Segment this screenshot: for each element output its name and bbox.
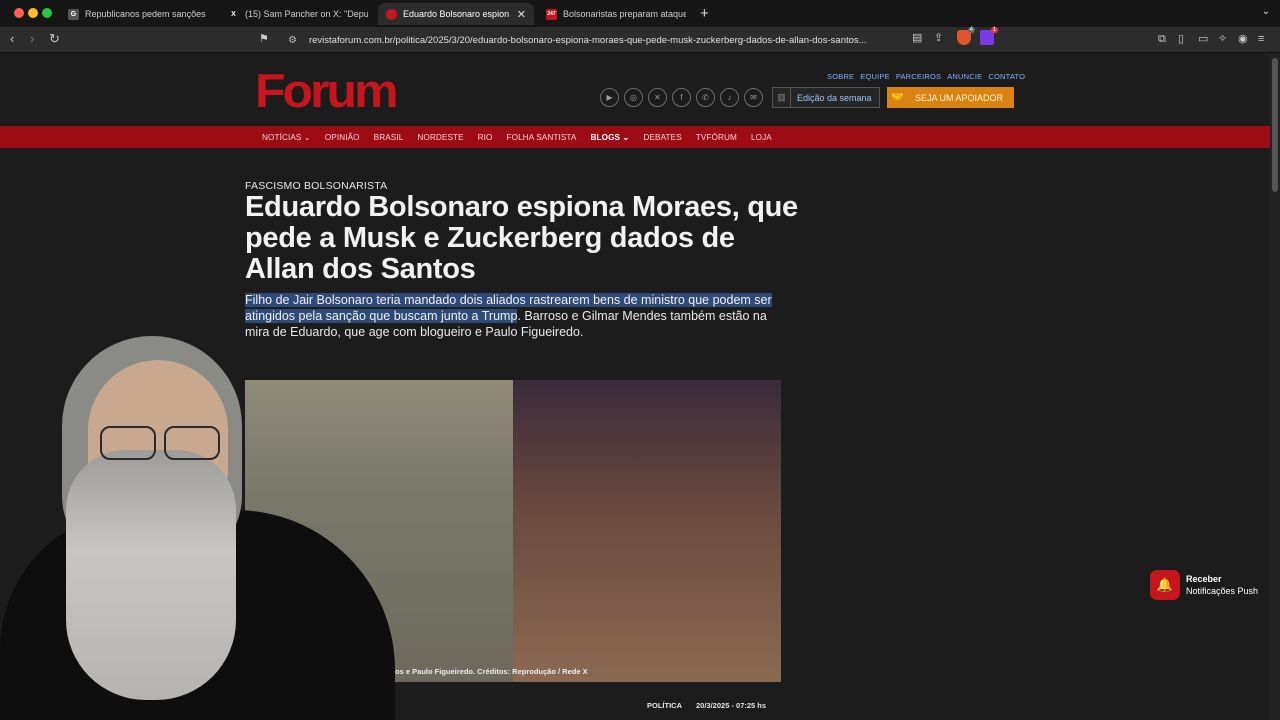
nav-item-brasil[interactable]: BRASIL <box>374 133 404 142</box>
chevron-down-icon: ⌄ <box>303 133 311 142</box>
link-contato[interactable]: CONTATO <box>988 72 1025 81</box>
tab-favicon-icon: X <box>228 8 239 20</box>
extensions-icon[interactable]: ⧉ <box>1158 32 1166 46</box>
tiktok-icon[interactable]: ♪ <box>720 88 739 107</box>
photo-right-panel <box>513 380 781 682</box>
vpn-icon[interactable]: ◉ <box>1238 32 1248 46</box>
link-anuncie[interactable]: ANUNCIE <box>947 72 982 81</box>
leo-ai-icon[interactable]: ✧ <box>1218 32 1227 46</box>
tab-title: Bolsonaristas preparam ataques <box>563 9 686 19</box>
main-nav: NOTÍCIAS ⌄ OPINIÃO BRASIL NORDESTE RIO F… <box>0 126 1270 148</box>
tab-favicon-icon: G <box>68 8 79 20</box>
nav-item-folha-santista[interactable]: FOLHA SANTISTA <box>507 133 577 142</box>
magazine-icon: ▥ <box>773 88 791 107</box>
apoiador-button[interactable]: 🤝 SEJA UM APOIADOR <box>887 87 1014 108</box>
minimize-window-button[interactable] <box>28 8 38 18</box>
chevron-down-icon: ⌄ <box>622 133 630 142</box>
rewards-icon[interactable]: 1 <box>980 27 998 45</box>
youtube-icon[interactable]: ▶ <box>600 88 619 107</box>
wallet-icon[interactable]: ▭ <box>1198 32 1208 46</box>
nav-item-blogs[interactable]: BLOGS ⌄ <box>590 132 629 142</box>
reload-icon[interactable]: ↻ <box>49 32 60 46</box>
close-window-button[interactable] <box>14 8 24 18</box>
forward-icon[interactable]: › <box>30 32 34 46</box>
link-equipe[interactable]: EQUIPE <box>860 72 890 81</box>
photo-caption: ntos e Paulo Figueiredo. Créditos: Repro… <box>388 667 588 676</box>
presenter-beard <box>66 450 236 700</box>
new-tab-icon[interactable]: + <box>700 5 709 22</box>
back-icon[interactable]: ‹ <box>10 32 14 46</box>
nav-item-nordeste[interactable]: NORDESTE <box>417 133 463 142</box>
glasses-icon <box>100 426 224 460</box>
maximize-window-button[interactable] <box>42 8 52 18</box>
site-settings-icon[interactable]: ⚙ <box>288 35 297 46</box>
nav-label: BLOGS <box>590 133 621 142</box>
push-text: Receber Notificações Push <box>1186 573 1258 597</box>
top-links: SOBRE EQUIPE PARCEIROS ANUNCIE CONTATO <box>827 72 1025 81</box>
brave-shield-icon[interactable]: 4 <box>957 27 975 45</box>
article-meta: POLÍTICA 20/3/2025 - 07:25 hs <box>647 701 766 710</box>
shield-count-badge: 4 <box>967 27 975 33</box>
nav-item-tvforum[interactable]: TVFÓRUM <box>696 133 737 142</box>
url-text: revistaforum.com.br/politica/2025/3/20/e… <box>308 34 867 46</box>
site-logo[interactable]: Forum <box>255 67 399 115</box>
x-icon[interactable]: ✕ <box>648 88 667 107</box>
edicao-da-semana-button[interactable]: ▥ Edição da semana <box>772 87 880 108</box>
tab-favicon-icon: 247 <box>546 8 557 20</box>
browser-tab[interactable]: 247 Bolsonaristas preparam ataques <box>538 3 694 25</box>
newsletter-icon[interactable]: ✉ <box>744 88 763 107</box>
nav-label: NOTÍCIAS <box>262 133 302 142</box>
scrollbar-thumb[interactable] <box>1272 58 1278 192</box>
nav-item-rio[interactable]: RIO <box>478 133 493 142</box>
link-sobre[interactable]: SOBRE <box>827 72 854 81</box>
nav-item-noticias[interactable]: NOTÍCIAS ⌄ <box>262 132 311 142</box>
tab-bar: G Republicanos pedem sanções via X (15) … <box>0 0 1280 27</box>
tab-title: Eduardo Bolsonaro espiona M <box>403 9 509 19</box>
browser-tab[interactable]: X (15) Sam Pancher on X: "Deputad <box>220 3 376 25</box>
browser-toolbar: ‹ › ↻ ⚑ ⚙ revistaforum.com.br/politica/2… <box>0 27 1280 53</box>
push-title: Receber <box>1186 574 1222 584</box>
bell-icon: 🔔 <box>1150 570 1180 600</box>
close-tab-icon[interactable]: ✕ <box>517 8 526 21</box>
whatsapp-icon[interactable]: ✆ <box>696 88 715 107</box>
article-headline: Eduardo Bolsonaro espiona Moraes, que pe… <box>245 191 798 285</box>
menu-icon[interactable]: ≡ <box>1258 32 1264 46</box>
link-parceiros[interactable]: PARCEIROS <box>896 72 941 81</box>
bookmark-icon[interactable]: ⚑ <box>259 32 269 46</box>
address-bar[interactable]: ⚙ revistaforum.com.br/politica/2025/3/20… <box>278 30 918 50</box>
reader-mode-icon[interactable]: ▤ <box>912 31 922 44</box>
nav-item-loja[interactable]: LOJA <box>751 133 772 142</box>
share-icon[interactable]: ⇪ <box>934 31 943 44</box>
push-subtitle: Notificações Push <box>1186 586 1259 596</box>
apoiador-label: SEJA UM APOIADOR <box>915 92 1004 103</box>
push-notification-widget[interactable]: 🔔 Receber Notificações Push <box>1150 570 1258 600</box>
webcam-overlay <box>0 300 395 720</box>
social-links: ▶ ◎ ✕ f ✆ ♪ ✉ <box>600 88 763 107</box>
tab-favicon-icon <box>386 8 397 20</box>
browser-tab[interactable]: G Republicanos pedem sanções via <box>60 3 216 25</box>
browser-tab-active[interactable]: Eduardo Bolsonaro espiona M ✕ <box>378 3 534 25</box>
handshake-icon: 🤝 <box>891 92 904 103</box>
chevron-down-icon[interactable]: ⌄ <box>1262 6 1270 17</box>
facebook-icon[interactable]: f <box>672 88 691 107</box>
nav-item-debates[interactable]: DEBATES <box>643 133 681 142</box>
article-section[interactable]: POLÍTICA <box>647 701 682 710</box>
edicao-label: Edição da semana <box>797 92 872 103</box>
nav-item-opiniao[interactable]: OPINIÃO <box>325 133 360 142</box>
tab-title: Republicanos pedem sanções via <box>85 9 208 19</box>
tab-title: (15) Sam Pancher on X: "Deputad <box>245 9 368 19</box>
alert-badge: 1 <box>990 27 998 33</box>
instagram-icon[interactable]: ◎ <box>624 88 643 107</box>
sidebar-icon[interactable]: ▯ <box>1178 32 1184 46</box>
article-date: 20/3/2025 - 07:25 hs <box>696 701 767 710</box>
